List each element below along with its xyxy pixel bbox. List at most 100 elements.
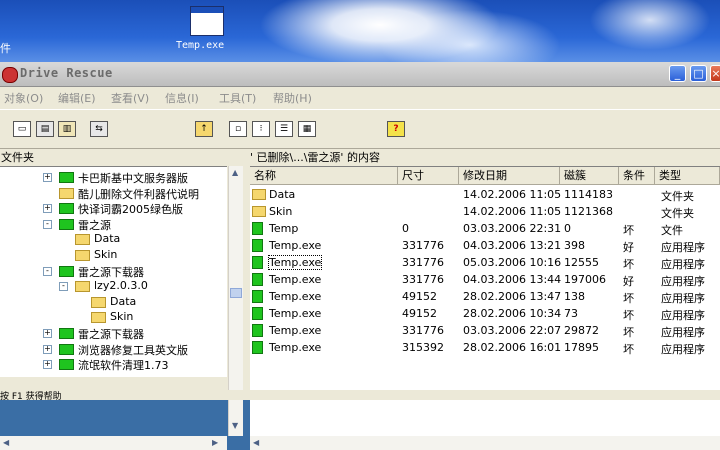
file-cond: 坏 bbox=[623, 292, 634, 305]
file-row[interactable]: Temp.exe 331776 04.03.2006 13:44 197006 好 应用程… bbox=[250, 271, 720, 288]
file-row[interactable]: Temp.exe 331776 04.03.2006 13:21 398 好 应用程序 bbox=[250, 237, 720, 254]
tree-horizontal-scrollbar[interactable]: ◀ ▶ bbox=[0, 436, 227, 450]
tree-item[interactable]: + 流氓软件清理1.73 bbox=[0, 356, 227, 372]
file-cluster: 138 bbox=[564, 290, 585, 303]
tree-item[interactable]: + 卡巴斯基中文服务器版 bbox=[0, 169, 227, 185]
desktop-icon-label[interactable]: Temp.exe bbox=[176, 40, 224, 51]
column-header-condition[interactable]: 条件 bbox=[619, 167, 655, 185]
file-type: 文件夹 bbox=[661, 190, 694, 203]
file-date: 05.03.2006 10:16 bbox=[463, 256, 562, 269]
tree-item-label: 雷之源下载器 bbox=[78, 328, 144, 341]
tree-item[interactable]: + 浏览器修复工具英文版 bbox=[0, 341, 227, 357]
column-header-name[interactable]: 名称 bbox=[250, 167, 398, 185]
tree-item[interactable]: + 雷之源下载器 bbox=[0, 325, 227, 341]
tree-item[interactable]: 酷儿删除文件利器代说明 bbox=[0, 185, 227, 201]
list-horizontal-scrollbar[interactable]: ◀ bbox=[250, 436, 720, 450]
file-type: 应用程序 bbox=[661, 258, 705, 271]
tree-item-label: lzy2.0.3.0 bbox=[94, 279, 148, 293]
tree-item[interactable]: - 雷之源 bbox=[0, 216, 227, 232]
details-view-icon[interactable]: ▦ bbox=[298, 121, 316, 137]
scroll-thumb[interactable] bbox=[230, 288, 242, 298]
help-icon[interactable]: ? bbox=[387, 121, 405, 137]
menu-help[interactable]: 帮助(H) bbox=[273, 90, 312, 106]
expand-toggle-icon[interactable]: + bbox=[43, 329, 52, 338]
file-name: Temp.exe bbox=[269, 239, 322, 252]
expand-toggle-icon[interactable]: + bbox=[43, 204, 52, 214]
tree-item-label: 浏览器修复工具英文版 bbox=[78, 343, 188, 357]
tree-item[interactable]: Skin bbox=[0, 247, 227, 263]
expand-toggle-icon[interactable]: - bbox=[43, 219, 52, 229]
menu-view[interactable]: 查看(V) bbox=[111, 90, 149, 106]
file-type: 应用程序 bbox=[661, 241, 705, 254]
tree-item[interactable]: Skin bbox=[0, 309, 227, 325]
column-header-size[interactable]: 尺寸 bbox=[398, 167, 459, 185]
expand-toggle-icon[interactable]: + bbox=[43, 360, 52, 370]
file-type: 文件夹 bbox=[661, 207, 694, 220]
scroll-right-arrow-icon[interactable]: ▶ bbox=[212, 438, 218, 447]
file-date: 14.02.2006 11:05 bbox=[463, 188, 562, 201]
file-name: Temp.exe bbox=[269, 307, 322, 320]
scroll-left-arrow-icon[interactable]: ◀ bbox=[253, 438, 259, 447]
file-row[interactable]: Temp.exe 49152 28.02.2006 13:47 138 坏 应用程序 bbox=[250, 288, 720, 305]
file-icon bbox=[252, 341, 263, 354]
file-cond: 坏 bbox=[623, 309, 634, 322]
file-date: 28.02.2006 13:47 bbox=[463, 290, 562, 303]
tree-item-label: 快译词霸2005绿色版 bbox=[78, 203, 183, 217]
column-header-date[interactable]: 修改日期 bbox=[459, 167, 560, 185]
tree-item[interactable]: Data bbox=[0, 294, 227, 310]
tree-item[interactable]: Data bbox=[0, 231, 227, 247]
expand-toggle-icon[interactable]: - bbox=[43, 266, 52, 276]
minimize-button[interactable]: _ bbox=[669, 65, 686, 82]
menu-object[interactable]: 对象(O) bbox=[4, 90, 43, 106]
folder-icon bbox=[91, 312, 106, 324]
content-pane-header: ' 已删除\...\雷之源' 的内容 bbox=[250, 151, 380, 164]
menu-info[interactable]: 信息(I) bbox=[165, 90, 199, 106]
tree-item[interactable]: + 快译词霸2005绿色版 bbox=[0, 200, 227, 216]
column-header-cluster[interactable]: 磁簇 bbox=[560, 167, 619, 185]
menu-tools[interactable]: 工具(T) bbox=[219, 90, 256, 106]
tree-item[interactable]: - 雷之源下载器 bbox=[0, 263, 227, 279]
tree-item-label: Skin bbox=[94, 248, 118, 261]
maximize-button[interactable]: □ bbox=[690, 65, 707, 82]
file-row[interactable]: Temp.exe 49152 28.02.2006 10:34 73 坏 应用程序 bbox=[250, 305, 720, 322]
file-size: 331776 bbox=[402, 256, 444, 269]
folder-icon bbox=[59, 172, 74, 183]
close-button[interactable]: × bbox=[710, 65, 720, 82]
file-icon bbox=[252, 307, 263, 320]
file-type: 应用程序 bbox=[661, 326, 705, 339]
expand-toggle-icon[interactable]: - bbox=[59, 282, 68, 292]
up-folder-icon[interactable]: ↑ bbox=[195, 121, 213, 137]
file-row[interactable]: Skin 14.02.2006 11:05 1121368 文件夹 bbox=[250, 203, 720, 220]
drive-icon[interactable]: ▭ bbox=[13, 121, 31, 137]
save-icon[interactable]: ▤ bbox=[36, 121, 54, 137]
recover-icon[interactable]: ⇆ bbox=[90, 121, 108, 137]
file-date: 03.03.2006 22:07 bbox=[463, 324, 562, 337]
large-icons-icon[interactable]: ▫ bbox=[229, 121, 247, 137]
scroll-down-arrow-icon[interactable]: ▼ bbox=[232, 421, 238, 430]
file-name: Temp.exe bbox=[269, 341, 322, 354]
file-row[interactable]: Temp 0 03.03.2006 22:31 0 坏文件 bbox=[250, 220, 720, 237]
application-window-icon[interactable] bbox=[190, 6, 224, 36]
file-cluster: 0 bbox=[564, 222, 571, 235]
column-header-type[interactable]: 类型 bbox=[655, 167, 720, 185]
tree-item-label: 卡巴斯基中文服务器版 bbox=[78, 172, 188, 185]
title-bar[interactable]: Drive Rescue _ □ × bbox=[0, 62, 720, 87]
folder-icon bbox=[59, 203, 74, 215]
scroll-up-arrow-icon[interactable]: ▲ bbox=[232, 168, 238, 177]
file-row[interactable]: Temp.exe 331776 05.03.2006 10:16 12555 坏 应用程序 bbox=[250, 254, 720, 271]
tree-item[interactable]: - lzy2.0.3.0 bbox=[0, 278, 227, 294]
expand-toggle-icon[interactable]: + bbox=[43, 173, 52, 182]
expand-toggle-icon[interactable]: + bbox=[43, 344, 52, 354]
folder-tree[interactable]: + 卡巴斯基中文服务器版 酷儿删除文件利器代说明 + 快译词霸2005绿色版 - 雷之源 Da… bbox=[0, 166, 227, 377]
small-icons-icon[interactable]: ⁝ bbox=[252, 121, 270, 137]
tree-item-label: 雷之源下载器 bbox=[78, 265, 144, 279]
file-row[interactable]: Data 14.02.2006 11:05 1114183 文件夹 bbox=[250, 186, 720, 203]
menu-edit[interactable]: 编辑(E) bbox=[58, 90, 96, 106]
file-type: 文件 bbox=[661, 224, 683, 237]
list-view-icon[interactable]: ☰ bbox=[275, 121, 293, 137]
file-row[interactable]: Temp.exe 315392 28.02.2006 16:01 17895 坏 应用程序 bbox=[250, 339, 720, 356]
file-name: Skin bbox=[269, 205, 293, 218]
file-row[interactable]: Temp.exe 331776 03.03.2006 22:07 29872 坏 应用程序 bbox=[250, 322, 720, 339]
scroll-left-arrow-icon[interactable]: ◀ bbox=[3, 438, 9, 447]
open-folder-icon[interactable]: ▥ bbox=[58, 121, 76, 137]
